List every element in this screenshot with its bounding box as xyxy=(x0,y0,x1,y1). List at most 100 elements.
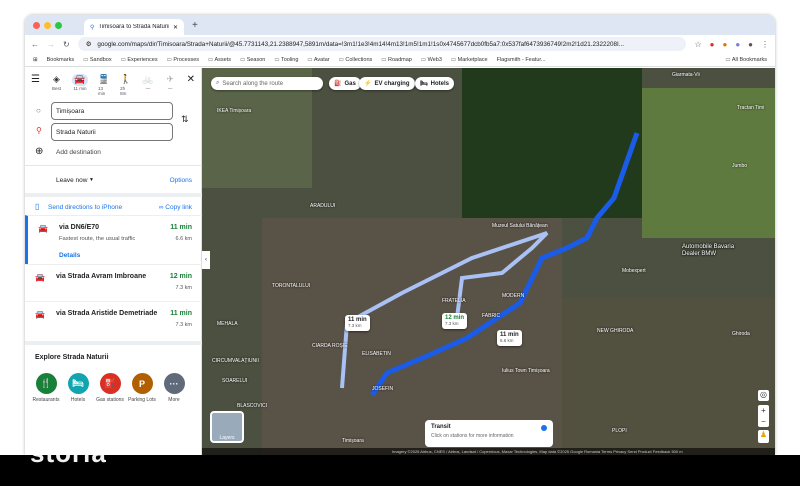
details-link[interactable]: Details xyxy=(59,252,80,259)
directions-panel: ☰ ◈ Best 🚘 11 min 🚆 13 min 🚶 2h 8m 🚲 — ✈ — ✕ ○… xyxy=(25,68,202,455)
route-box-selected[interactable]: 11 min 6.6 km xyxy=(497,330,522,346)
category-parking[interactable]: P Parking Lots xyxy=(127,373,157,403)
extension-icon[interactable]: ● xyxy=(735,40,740,49)
bookmark-item[interactable]: Flagsmith - Featur... xyxy=(497,57,546,63)
transit-toggle[interactable] xyxy=(541,425,547,431)
category-more[interactable]: ··· More xyxy=(159,373,189,403)
satellite-map[interactable]: ⌕ Search along the route ⛽ Gas ⚡ EV chargin… xyxy=(202,68,775,455)
bookmark-folder[interactable]: Roadmap xyxy=(381,57,412,63)
bookmark-folder[interactable]: Season xyxy=(240,57,266,63)
route-via: via Strada Avram Imbroane xyxy=(56,273,147,280)
explore-title: Explore Strada Naturii xyxy=(35,354,109,361)
route-distance: 7.3 km xyxy=(175,322,192,328)
destination-input[interactable]: Strada Naturii xyxy=(51,123,173,141)
site-info-icon[interactable]: ⚙ xyxy=(86,41,92,48)
collapse-panel-button[interactable]: ‹ xyxy=(202,251,210,269)
bookmark-folder[interactable]: Sandbox xyxy=(83,57,112,63)
add-icon[interactable]: ⊕ xyxy=(35,146,43,157)
bookmark-folder[interactable]: Assets xyxy=(208,57,231,63)
chip-gas[interactable]: ⛽ Gas xyxy=(329,77,361,90)
maximize-window-button[interactable] xyxy=(55,21,62,29)
mode-best[interactable]: ◈ Best xyxy=(51,74,62,91)
plane-icon: ✈ xyxy=(166,74,174,84)
layers-button[interactable]: Layers xyxy=(210,411,244,443)
map-label[interactable]: Jumbo xyxy=(732,163,747,169)
bookmark-folder[interactable]: Avatar xyxy=(307,57,330,63)
map-label[interactable]: IKEA Timișoara xyxy=(217,108,251,114)
map-label[interactable]: Automobile Bavaria Dealer BMW xyxy=(682,244,742,258)
map-footer: Imagery ©2025 Airbus, CNES / Airbus, Lan… xyxy=(202,448,775,455)
copy-link-label: Copy link xyxy=(165,204,192,211)
map-label[interactable]: Mobexpert xyxy=(622,268,646,274)
map-label[interactable]: Muzeul Satului Bănățean xyxy=(492,223,548,229)
category-label: Hotels xyxy=(70,397,86,403)
url-field[interactable]: ⚙ google.com/maps/dir/Timisoara/Strada+Na… xyxy=(77,37,687,51)
url-text: google.com/maps/dir/Timisoara/Strada+Nat… xyxy=(97,40,624,48)
chip-ev[interactable]: ⚡ EV charging xyxy=(359,77,415,90)
route-via: via Strada Aristide Demetriade xyxy=(56,310,158,317)
transit-card[interactable]: Transit Click on stations for more infor… xyxy=(425,420,553,447)
bookmark-folder[interactable]: Web3 xyxy=(421,57,442,63)
bookmark-folder[interactable]: Marketplace xyxy=(451,57,488,63)
copy-link-button[interactable]: ∞ Copy link xyxy=(159,204,192,211)
menu-icon[interactable]: ☰ xyxy=(31,74,40,85)
new-tab-button[interactable]: + xyxy=(192,20,198,31)
extension-icon[interactable]: ● xyxy=(710,40,715,49)
origin-dot-icon: ○ xyxy=(36,106,41,115)
tab-maps[interactable]: ⚲ Timisoara to Strada Naturii - ✕ xyxy=(84,19,184,35)
minimize-window-button[interactable] xyxy=(44,21,51,29)
search-along-route[interactable]: ⌕ Search along the route xyxy=(211,77,323,90)
zoom-in-button[interactable]: + xyxy=(758,405,769,416)
bookmark-item[interactable]: Bookmarks xyxy=(47,57,75,63)
map-label: CIARDA ROȘIE xyxy=(312,343,348,349)
category-restaurants[interactable]: 🍴 Restaurants xyxy=(31,373,61,403)
bookmark-folder[interactable]: Processes xyxy=(167,57,199,63)
map-label[interactable]: Tractan Timi xyxy=(737,105,764,111)
mode-transit[interactable]: 🚆 13 min xyxy=(98,74,109,96)
send-to-phone-button[interactable]: Send directions to iPhone xyxy=(48,204,122,211)
menu-icon[interactable]: ⋮ xyxy=(761,40,769,49)
mode-walking[interactable]: 🚶 2h 8m xyxy=(120,74,131,96)
leave-now-dropdown[interactable]: Leave now xyxy=(56,177,87,184)
extension-icon[interactable]: ● xyxy=(722,40,727,49)
route-option-selected[interactable]: 🚘 via DN6/E70 Fastest route, the usual t… xyxy=(25,215,202,264)
mode-driving[interactable]: 🚘 11 min xyxy=(71,74,88,91)
map-label[interactable]: Iulius Town Timișoara xyxy=(502,368,550,374)
route-distance: 7.3 km xyxy=(175,285,192,291)
mode-flight[interactable]: ✈ — xyxy=(165,74,176,91)
hotel-icon: 🛏 xyxy=(67,373,89,394)
close-window-button[interactable] xyxy=(33,21,40,29)
profile-avatar[interactable]: ● xyxy=(748,40,753,49)
swap-icon[interactable]: ⇅ xyxy=(181,114,189,125)
mode-cycling[interactable]: 🚲 — xyxy=(142,74,153,91)
category-hotels[interactable]: 🛏 Hotels xyxy=(63,373,93,403)
bike-icon: 🚲 xyxy=(142,74,154,84)
reload-icon[interactable]: ↻ xyxy=(63,40,70,49)
apps-icon[interactable]: ⊞ xyxy=(33,57,38,63)
category-gas[interactable]: ⛽ Gas stations xyxy=(95,373,125,403)
route-box[interactable]: 12 min 7.3 km xyxy=(442,313,468,329)
my-location-button[interactable]: ◎ xyxy=(758,390,769,401)
bookmark-folder[interactable]: Experiences xyxy=(121,57,157,63)
street-view-pegman[interactable]: ♟ xyxy=(758,430,769,443)
back-icon[interactable]: ← xyxy=(31,40,39,49)
close-directions-icon[interactable]: ✕ xyxy=(187,74,195,85)
forward-icon[interactable]: → xyxy=(47,40,55,49)
attribution: Imagery ©2025 Airbus, CNES / Airbus, Lan… xyxy=(392,449,683,454)
add-destination-button[interactable]: Add destination xyxy=(56,149,101,156)
zoom-out-button[interactable]: − xyxy=(758,416,769,427)
route-option[interactable]: 🚘 via Strada Avram Imbroane 12 min 7.3 k… xyxy=(25,264,202,301)
route-box[interactable]: 11 min 7.3 km xyxy=(345,315,370,331)
chip-hotels[interactable]: 🛏 Hotels xyxy=(415,77,454,90)
all-bookmarks[interactable]: All Bookmarks xyxy=(725,57,767,63)
bookmark-folder[interactable]: Tooling xyxy=(274,57,298,63)
bookmark-folder[interactable]: Collections xyxy=(339,57,372,63)
close-tab-icon[interactable]: ✕ xyxy=(173,24,178,31)
map-label: PLOPI xyxy=(612,428,627,434)
options-button[interactable]: Options xyxy=(170,177,192,184)
origin-input[interactable]: Timișoara xyxy=(51,102,173,120)
route-option[interactable]: 🚘 via Strada Aristide Demetriade 11 min … xyxy=(25,301,202,339)
map-label: SOARELUI xyxy=(222,378,248,384)
star-icon[interactable]: ☆ xyxy=(694,40,701,49)
maps-pin-icon: ⚲ xyxy=(90,24,95,31)
